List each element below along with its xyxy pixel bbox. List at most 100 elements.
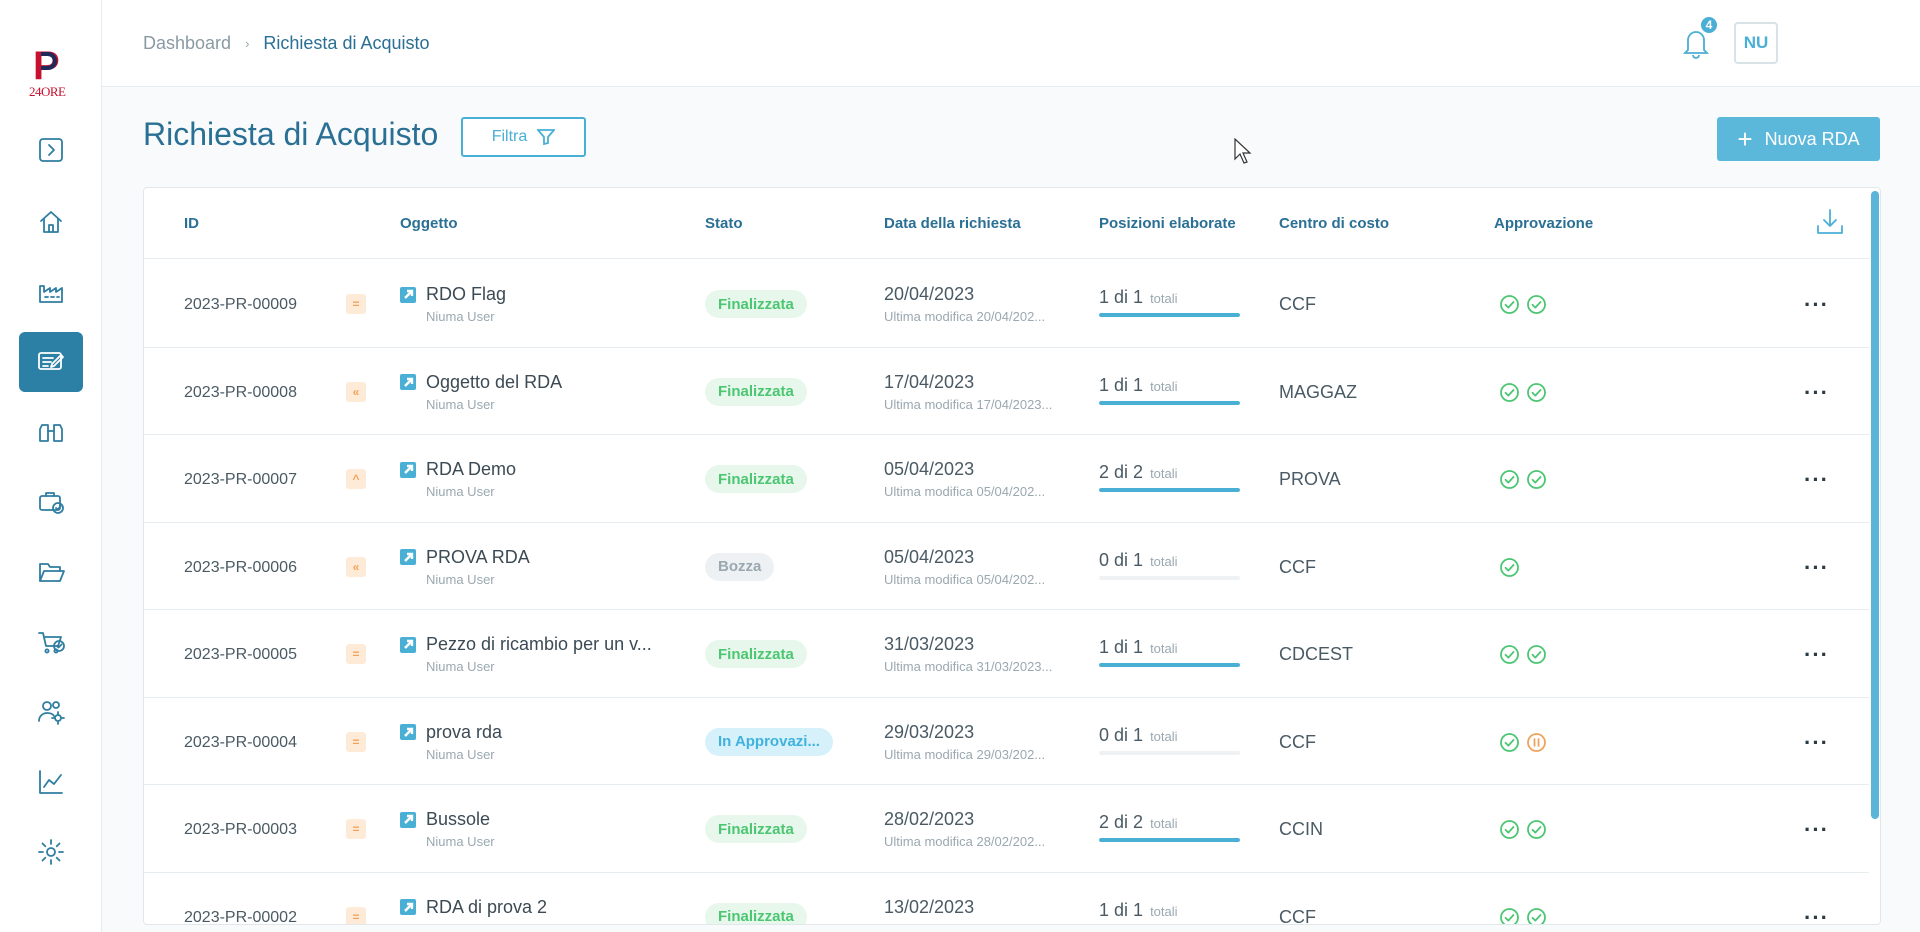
- oggetto-name[interactable]: PROVA RDA: [426, 547, 530, 568]
- table-row[interactable]: 2023-PR-00005 = Pezzo di ricambio per un v…: [144, 610, 1869, 698]
- row-id[interactable]: 2023-PR-00007: [184, 471, 297, 489]
- open-link-icon[interactable]: [400, 636, 416, 653]
- breadcrumb: Dashboard › Richiesta di Acquisto: [143, 33, 430, 54]
- open-link-icon[interactable]: [400, 461, 416, 478]
- sidebar-item-documents[interactable]: [19, 542, 83, 602]
- sidebar-item-analytics[interactable]: [19, 752, 83, 812]
- open-link-icon[interactable]: [400, 811, 416, 828]
- page-title: Richiesta di Acquisto: [143, 116, 439, 152]
- filter-button[interactable]: Filtra: [461, 117, 586, 157]
- more-actions-button[interactable]: ···: [1804, 905, 1829, 925]
- header-data[interactable]: Data della richiesta: [884, 215, 1021, 232]
- row-id[interactable]: 2023-PR-00002: [184, 909, 297, 925]
- more-actions-button[interactable]: ···: [1804, 817, 1829, 843]
- open-link-icon[interactable]: [400, 724, 416, 740]
- oggetto-name[interactable]: Oggetto del RDA: [426, 372, 562, 393]
- request-date: 05/04/2023: [884, 546, 975, 567]
- briefcase-check-icon: [39, 492, 64, 514]
- more-actions-button[interactable]: ···: [1804, 380, 1829, 406]
- filter-button-label: Filtra: [491, 128, 528, 145]
- progress-bar: [1099, 750, 1240, 755]
- header-stato[interactable]: Stato: [705, 215, 743, 232]
- open-link-icon[interactable]: [400, 374, 416, 390]
- last-modified: Ultima modifica 13/02/2023...: [884, 922, 1052, 925]
- table-row[interactable]: 2023-PR-00009 = RDO Flag Niuma User Finalizz…: [144, 260, 1869, 348]
- logo-text: 24ORE: [29, 84, 66, 99]
- scrollbar-thumb[interactable]: [1871, 191, 1879, 819]
- status-badge: Finalizzata: [705, 465, 807, 493]
- more-actions-button[interactable]: ···: [1804, 555, 1829, 581]
- oggetto-name[interactable]: RDA Demo: [426, 459, 516, 480]
- logo[interactable]: P 24ORE: [27, 46, 75, 100]
- oggetto-name[interactable]: prova rda: [426, 722, 502, 743]
- scrollbar[interactable]: [1870, 188, 1880, 924]
- sidebar-item-home[interactable]: [19, 192, 83, 252]
- row-positions: 1 di 1 totali: [1099, 287, 1240, 317]
- oggetto-name[interactable]: RDA di prova 2: [426, 897, 547, 918]
- download-button[interactable]: [1814, 206, 1848, 240]
- table-row[interactable]: 2023-PR-00003 = Bussole Niuma User Finalizza…: [144, 785, 1869, 873]
- row-id[interactable]: 2023-PR-00003: [184, 821, 297, 839]
- positions-count: 2 di 2: [1099, 462, 1144, 482]
- sidebar-item-orders[interactable]: [19, 472, 83, 532]
- sidebar-item-settings[interactable]: [19, 822, 83, 882]
- table-row[interactable]: 2023-PR-00006 « PROVA RDA Niuma User Bozza 05…: [144, 523, 1869, 610]
- more-actions-button[interactable]: ···: [1804, 292, 1829, 318]
- row-date: 05/04/2023 Ultima modifica 05/04/202...: [884, 547, 1045, 587]
- status-badge: Finalizzata: [705, 640, 807, 668]
- sidebar-item-requests[interactable]: [19, 332, 83, 392]
- header-approvazione[interactable]: Approvazione: [1494, 215, 1593, 232]
- positions-total-label: totali: [1150, 378, 1178, 394]
- header-id[interactable]: ID: [184, 215, 199, 232]
- more-actions-button[interactable]: ···: [1804, 467, 1829, 493]
- oggetto-name[interactable]: Bussole: [426, 809, 490, 830]
- table-row[interactable]: 2023-PR-00004 = prova rda Niuma User In Appr…: [144, 698, 1869, 785]
- row-date: 17/04/2023 Ultima modifica 17/04/2023...: [884, 372, 1052, 412]
- sidebar-expand-button[interactable]: [19, 120, 83, 180]
- status-badge: Bozza: [705, 552, 775, 581]
- status-badge: Finalizzata: [705, 377, 807, 406]
- approval-status: [1499, 382, 1547, 403]
- positions-count: 1 di 1: [1099, 637, 1144, 657]
- header-oggetto[interactable]: Oggetto: [400, 215, 458, 232]
- sidebar-item-cart[interactable]: [19, 612, 83, 672]
- header-centro[interactable]: Centro di costo: [1279, 215, 1389, 232]
- request-date: 20/04/2023: [884, 284, 975, 304]
- positions-total-label: totali: [1150, 291, 1178, 306]
- oggetto-user: Niuma User: [426, 834, 495, 849]
- oggetto-name[interactable]: RDO Flag: [426, 284, 506, 305]
- open-link-icon[interactable]: [400, 549, 416, 565]
- row-positions: 1 di 1 totali: [1099, 375, 1240, 405]
- header-posizioni[interactable]: Posizioni elaborate: [1099, 215, 1236, 232]
- new-rda-button[interactable]: + Nuova RDA: [1717, 117, 1880, 161]
- priority-icon: =: [346, 294, 366, 314]
- table-row[interactable]: 2023-PR-00002 = RDA di prova 2 Niuma User Fi…: [144, 873, 1869, 925]
- oggetto-name[interactable]: Pezzo di ricambio per un v...: [426, 634, 652, 655]
- sidebar-item-factory[interactable]: [19, 262, 83, 322]
- approval-status: [1499, 294, 1547, 315]
- sidebar-item-explore[interactable]: [19, 402, 83, 462]
- new-rda-button-label: Nuova RDA: [1764, 128, 1860, 149]
- priority-icon: =: [346, 819, 366, 839]
- row-id[interactable]: 2023-PR-00004: [184, 734, 297, 752]
- row-id[interactable]: 2023-PR-00009: [184, 296, 297, 314]
- table-row[interactable]: 2023-PR-00007 ^ RDA Demo Niuma User Finalizz…: [144, 435, 1869, 523]
- gear-icon: [38, 839, 64, 865]
- more-actions-button[interactable]: ···: [1804, 730, 1829, 756]
- chevron-right-icon: [39, 138, 63, 162]
- oggetto-user: Niuma User: [426, 659, 495, 674]
- open-link-icon[interactable]: [400, 899, 416, 915]
- row-id[interactable]: 2023-PR-00006: [184, 559, 297, 577]
- more-actions-button[interactable]: ···: [1804, 642, 1829, 668]
- positions-count: 1 di 1: [1099, 287, 1144, 307]
- sidebar-item-users[interactable]: [19, 682, 83, 742]
- open-link-icon[interactable]: [400, 286, 416, 303]
- last-modified: Ultima modifica 05/04/202...: [884, 571, 1046, 587]
- breadcrumb-dashboard[interactable]: Dashboard: [143, 33, 231, 54]
- row-id[interactable]: 2023-PR-00005: [184, 646, 297, 664]
- progress-bar: [1099, 400, 1240, 405]
- avatar[interactable]: NU: [1734, 22, 1778, 64]
- positions-count: 0 di 1: [1099, 724, 1144, 745]
- table-row[interactable]: 2023-PR-00008 « Oggetto del RDA Niuma User F…: [144, 348, 1869, 435]
- row-id[interactable]: 2023-PR-00008: [184, 384, 297, 402]
